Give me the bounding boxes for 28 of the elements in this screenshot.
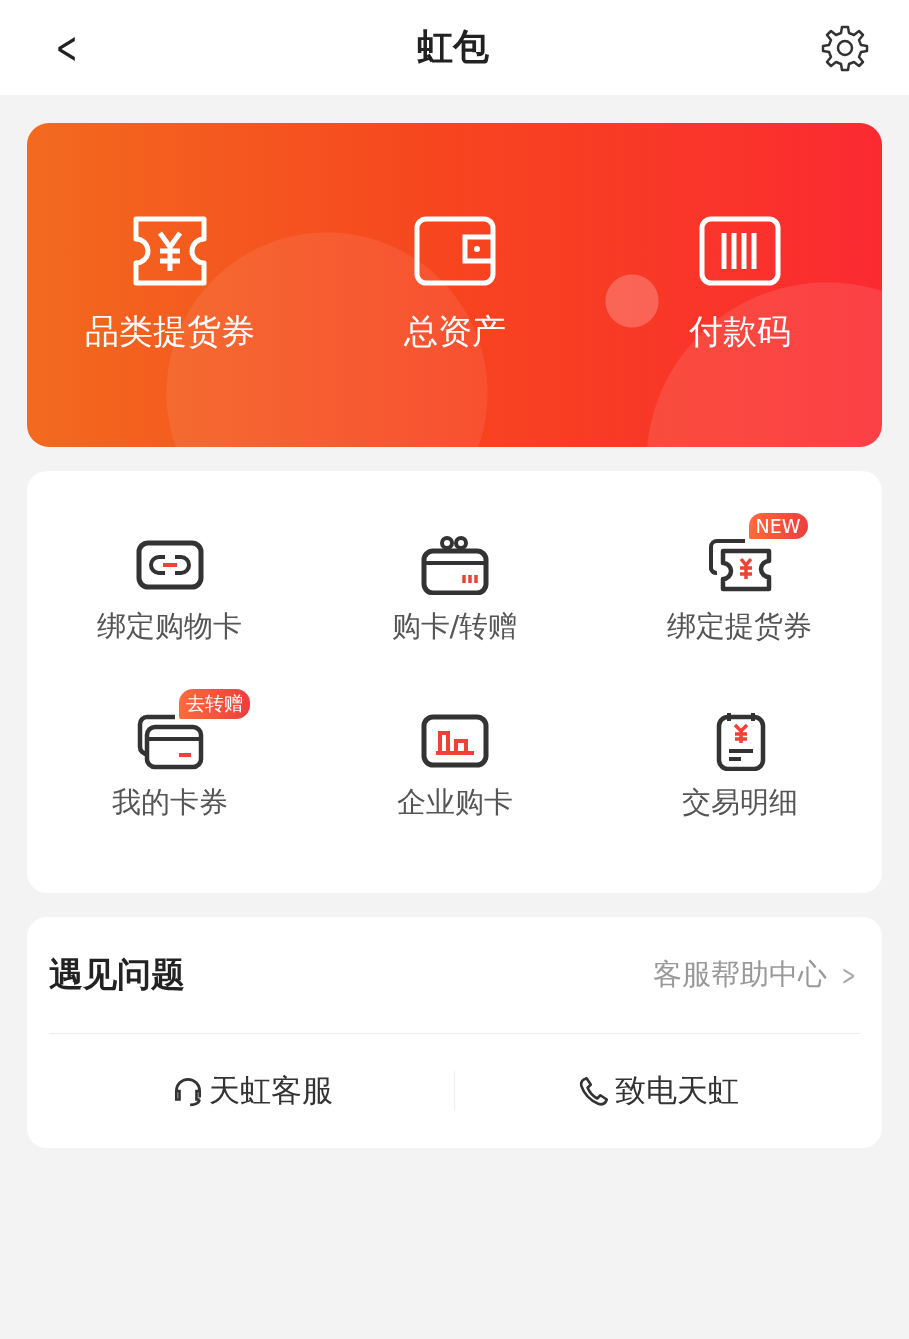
page-title: 虹包 xyxy=(416,25,489,69)
service-label: 企业购卡 xyxy=(396,784,513,821)
chevron-icon: > xyxy=(841,958,856,992)
service-label: 绑定购物卡 xyxy=(97,608,242,645)
back-button[interactable]: < xyxy=(55,22,78,73)
barcode-icon xyxy=(697,215,782,287)
service-item[interactable]: 绑定购物卡 xyxy=(69,509,270,647)
service-item[interactable]: 企业购卡 xyxy=(354,685,555,823)
service-label: 我的卡券 xyxy=(111,784,228,821)
settings-icon[interactable] xyxy=(821,23,869,72)
banner-label: 总资产 xyxy=(403,311,506,352)
wallet-icon xyxy=(412,215,497,287)
service-item[interactable]: 去转赠 我的卡券 xyxy=(69,685,270,823)
service-item[interactable]: 购卡/转赠 xyxy=(354,509,555,647)
service-label: 绑定提货券 xyxy=(667,608,812,645)
contact-button[interactable]: 天虹客服 xyxy=(49,1070,454,1112)
service-item[interactable]: 交易明细 xyxy=(639,685,840,823)
help-center-text: 客服帮助中心 xyxy=(652,956,827,993)
service-label: 交易明细 xyxy=(681,784,798,821)
badge: 去转赠 xyxy=(178,689,250,719)
section-title: 遇见问题 xyxy=(49,953,185,996)
gift-card-icon xyxy=(419,535,490,595)
banner-label: 品类提货券 xyxy=(84,311,255,352)
service-item[interactable]: NEW 绑定提货券 xyxy=(639,509,840,647)
badge: NEW xyxy=(748,513,808,539)
banner-label: 付款码 xyxy=(688,311,791,352)
service-label: 购卡/转赠 xyxy=(391,608,518,645)
contact-button[interactable]: 致电天虹 xyxy=(455,1070,860,1112)
